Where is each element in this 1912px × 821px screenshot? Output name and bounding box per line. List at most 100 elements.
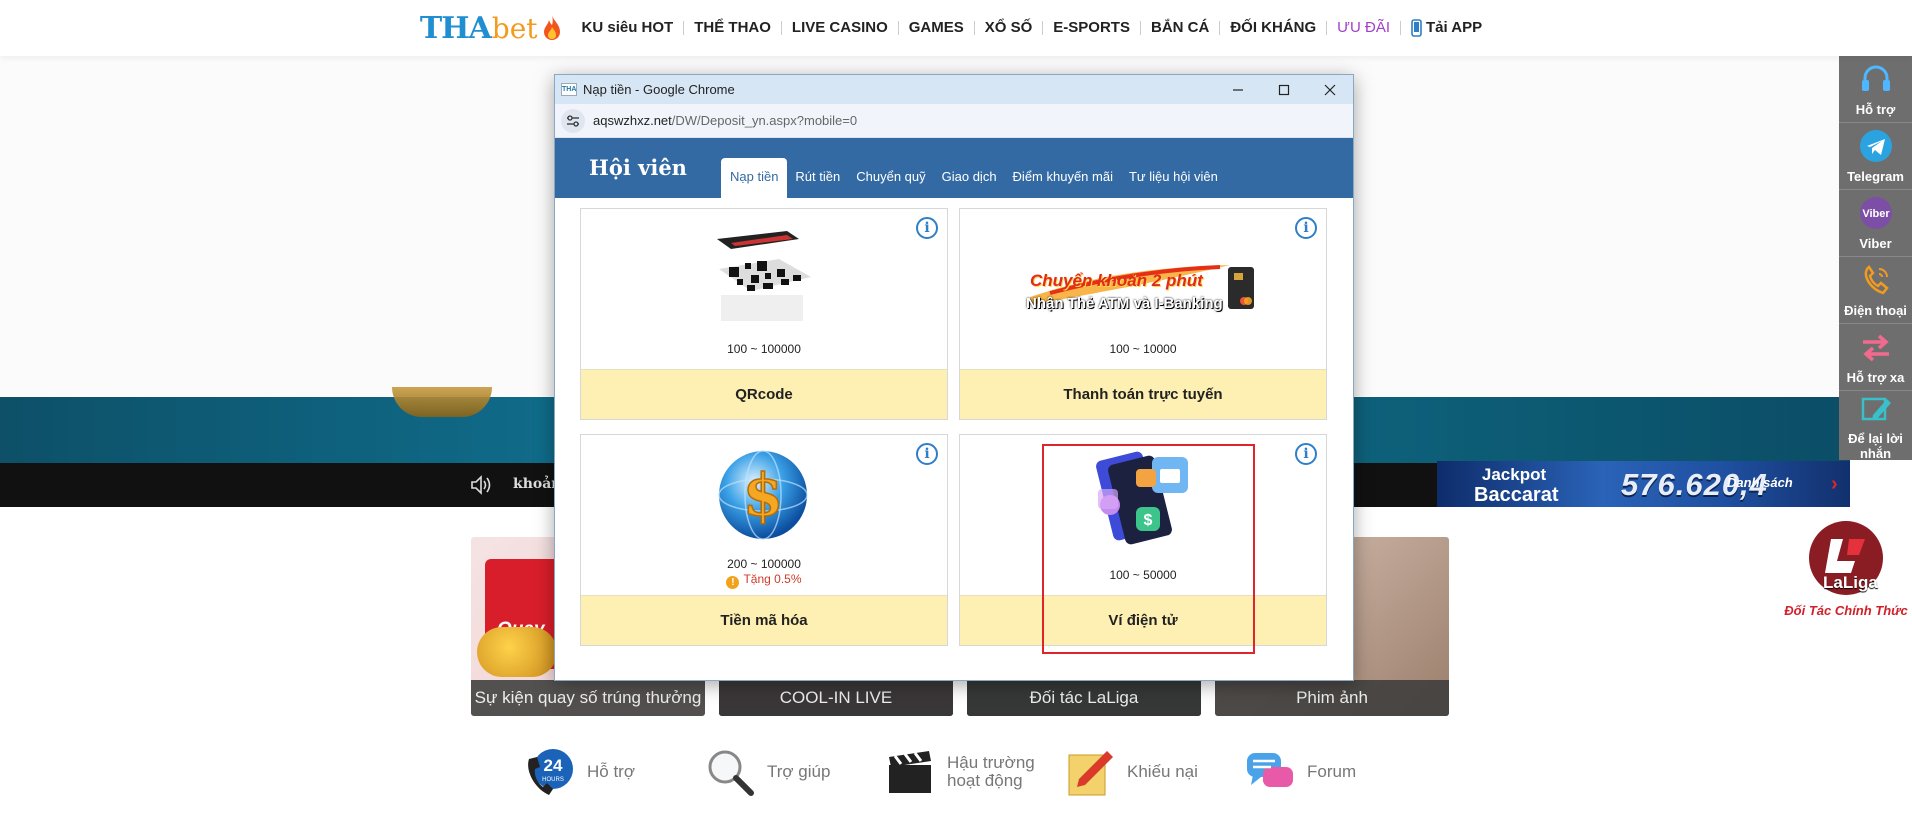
qr-phone-icon [717,231,811,321]
deposit-method-online-payment[interactable]: i Chuyển khoản 2 phút Nhận Thẻ ATM và I-… [959,208,1327,420]
address-bar[interactable]: aqswzhxz.net/DW/Deposit_yn.aspx?mobile=0 [555,104,1353,138]
promo-art-line2: Nhận Thẻ ATM và I-Banking [1026,295,1223,312]
bottom-links: 24 HOURS Hỗ trợ Trợ giúp Hậu trường hoạt … [523,745,1423,799]
site-settings-button[interactable] [561,108,585,133]
sidebar-item-phone[interactable]: Điện thoại [1839,257,1912,324]
laliga-partner-text: Đối Tác Chính Thức [1784,603,1908,618]
bottom-link-help[interactable]: Trợ giúp [703,745,883,799]
thabet-logo[interactable]: THA bet [420,11,562,46]
laliga-logo: LaLiga [1809,521,1883,595]
tab-promo-points[interactable]: Điểm khuyến mãi [1005,158,1121,198]
nav-versus[interactable]: ĐỐI KHÁNG [1220,20,1328,35]
bottom-link-forum[interactable]: Forum [1243,745,1423,799]
window-title: Nạp tiền - Google Chrome [583,82,735,97]
deposit-method-crypto[interactable]: i $ 200 ~ 100000 ! Tặng 0.5% Tiền mã hóa [580,434,948,646]
nav-ku-hot[interactable]: KU siêu HOT [572,20,685,35]
sidebar-item-telegram[interactable]: Telegram [1839,123,1912,190]
promo-art-line1: Chuyển khoản 2 phút [1030,271,1203,290]
nav-promotions[interactable]: ƯU ĐÃI [1327,20,1401,35]
url-text[interactable]: aqswzhxz.net/DW/Deposit_yn.aspx?mobile=0 [593,113,857,128]
maximize-icon [1278,84,1290,95]
remote-arrows-icon [1863,334,1889,362]
dollar-globe-icon: $ [718,450,808,540]
crypto-range: 200 ~ 100000 [727,557,801,571]
jackpot-label-line1: Jackpot [1481,465,1547,484]
close-button[interactable] [1307,75,1353,104]
bottom-link-behind-scenes-label: Hậu trường hoạt động [947,753,1035,790]
nav-lottery[interactable]: XỔ SỐ [975,20,1044,35]
nav-sports[interactable]: THỂ THAO [684,20,782,35]
viber-badge-text: Viber [1862,208,1890,220]
tune-icon [567,114,579,127]
nav-live-casino[interactable]: LIVE CASINO [782,20,899,35]
bottom-link-complaint[interactable]: Khiếu nại [1063,745,1243,799]
nav-esports[interactable]: E-SPORTS [1043,20,1141,35]
member-header: Hội viên Nạp tiền Rút tiền Chuyển quỹ Gi… [555,138,1353,198]
qrcode-button[interactable]: QRcode [581,369,947,419]
sidebar-item-remote-support[interactable]: Hỗ trợ xa [1839,324,1912,391]
online-payment-card-body: i Chuyển khoản 2 phút Nhận Thẻ ATM và I-… [960,209,1326,369]
online-payment-range: 100 ~ 10000 [1109,342,1177,356]
sidebar-item-support[interactable]: Hỗ trợ [1839,56,1912,123]
nav-download-app-label: Tải APP [1426,19,1483,36]
close-icon [1324,84,1336,95]
online-payment-button[interactable]: Thanh toán trực tuyến [960,369,1326,419]
info-icon[interactable]: i [916,443,938,465]
url-host: aqswzhxz.net [593,113,672,128]
nav-fishing[interactable]: BẮN CÁ [1141,20,1221,35]
nav-games[interactable]: GAMES [899,20,975,35]
deposit-method-qrcode[interactable]: i 100 ~ 100000 QRcode [580,208,948,420]
phone-call-icon [1864,265,1889,295]
bottom-link-help-label: Trợ giúp [767,762,831,781]
sidebar-item-leave-message[interactable]: Để lại lời nhắn [1839,391,1912,461]
member-title: Hội viên [589,155,687,180]
sidebar-item-viber-label: Viber [1859,236,1892,251]
jackpot-banner[interactable]: Jackpot Baccarat 576.620,4 Danh sách › [1437,461,1850,507]
top-nav: THA bet KU siêu HOT THỂ THAO LIVE CASINO… [0,0,1912,56]
bottom-link-behind-scenes[interactable]: Hậu trường hoạt động [883,745,1063,799]
minimize-button[interactable] [1215,75,1261,104]
svg-text:$: $ [1144,512,1153,529]
bottom-link-support[interactable]: 24 HOURS Hỗ trợ [523,745,703,799]
tab-member-profile[interactable]: Tư liệu hội viên [1121,158,1226,198]
qrcode-card-body: i 100 ~ 100000 [581,209,947,369]
tab-transfer[interactable]: Chuyển quỹ [848,158,933,198]
info-icon[interactable]: i [916,217,938,239]
site-favicon: THA [561,83,577,96]
pencil-note-icon [1063,745,1117,799]
info-icon[interactable]: i [1295,443,1317,465]
warning-icon: ! [726,576,740,589]
crypto-bonus: ! Tặng 0.5% [581,572,947,589]
jackpot-list-link[interactable]: Danh sách [1727,475,1793,490]
card-movies-caption: Phim ảnh [1215,680,1449,716]
24-hours-phone-icon: 24 HOURS [523,745,577,799]
ewallet-card-body: i $ 100 ~ 50000 [960,435,1326,595]
headset-icon [1862,65,1890,91]
maximize-button[interactable] [1261,75,1307,104]
nav-download-app[interactable]: Tải APP [1401,19,1492,37]
mobile-phone-icon [1411,19,1422,37]
sidebar-item-viber[interactable]: Viber Viber [1839,190,1912,257]
tab-deposit[interactable]: Nạp tiền [721,158,788,198]
sidebar-item-telegram-label: Telegram [1847,169,1904,184]
ewallet-button[interactable]: Ví điện tử [960,595,1326,645]
speaker-icon[interactable] [470,475,494,495]
clapperboard-icon [883,745,937,799]
flame-icon [543,16,560,40]
deposit-methods: i 100 ~ 100000 QRcode i Chuyển khoản 2 p… [555,198,1353,680]
chat-bubbles-icon [1243,745,1297,799]
card-lucky-draw-caption: Sự kiện quay số trúng thưởng [471,680,705,716]
window-titlebar[interactable]: THA Nạp tiền - Google Chrome [555,75,1353,104]
right-sidebar: Hỗ trợ Telegram Viber Viber Điện thoại H… [1839,56,1912,461]
deposit-method-ewallet[interactable]: i $ 100 ~ 50000 Ví điện tử [959,434,1327,646]
bottom-link-complaint-label: Khiếu nại [1127,762,1198,781]
tab-withdraw[interactable]: Rút tiền [787,158,848,198]
sidebar-item-remote-support-label: Hỗ trợ xa [1846,370,1905,385]
info-icon[interactable]: i [1295,217,1317,239]
laliga-badge[interactable]: LaLiga Đối Tác Chính Thức [1780,521,1912,618]
minimize-icon [1233,88,1243,91]
deposit-popup-window: THA Nạp tiền - Google Chrome aqswzhxz.ne… [554,74,1354,681]
crypto-button[interactable]: Tiền mã hóa [581,595,947,645]
tab-transactions[interactable]: Giao dịch [934,158,1005,198]
bank-transfer-promo-art: Chuyển khoản 2 phút Nhận Thẻ ATM và I-Ba… [1026,257,1255,323]
